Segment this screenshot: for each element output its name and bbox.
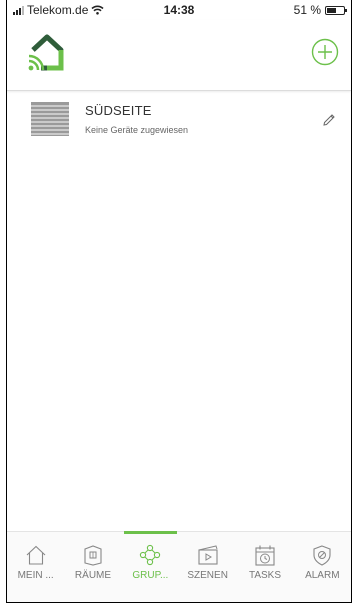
group-list-item[interactable]: SÜDSEITE Keine Geräte zugewiesen [7, 100, 351, 146]
app-header [7, 20, 351, 91]
bottom-tab-bar: MEIN ... RÄUME GRUP... SZENEN TASKS ALAR… [7, 531, 351, 602]
group-subtitle: Keine Geräte zugewiesen [85, 125, 189, 135]
calendar-clock-icon [255, 545, 275, 566]
tab-label: SZENEN [187, 570, 228, 581]
pencil-icon[interactable] [321, 112, 337, 128]
add-group-button[interactable] [311, 38, 339, 66]
tab-label: RÄUME [74, 570, 112, 581]
house-icon [26, 545, 46, 565]
scene-icon [198, 545, 218, 565]
tab-label: GRUP... [132, 570, 169, 581]
home-wifi-logo-icon[interactable] [27, 32, 67, 72]
battery-percent: 51 % [293, 3, 321, 17]
tab-gruppen[interactable]: GRUP... [122, 531, 179, 602]
battery-icon [325, 5, 347, 15]
tab-alarm[interactable]: ALARM [294, 532, 351, 602]
tab-tasks[interactable]: TASKS [236, 532, 293, 602]
blinds-icon [31, 102, 69, 136]
tab-label: TASKS [248, 570, 281, 581]
tab-label: MEIN ... [17, 570, 54, 581]
status-bar: Telekom.de 14:38 51 % [7, 0, 351, 20]
tab-szenen[interactable]: SZENEN [179, 532, 236, 602]
tab-raeume[interactable]: RÄUME [64, 532, 121, 602]
shield-icon [313, 545, 331, 566]
group-icon [140, 544, 161, 566]
battery-info: 51 % [293, 3, 347, 17]
tab-mein[interactable]: MEIN ... [7, 532, 64, 602]
app-screen: Telekom.de 14:38 51 % SÜDSEITE Keine Ger… [6, 0, 352, 603]
tab-label: ALARM [305, 570, 340, 581]
group-name: SÜDSEITE [85, 103, 152, 118]
room-icon [84, 545, 102, 566]
